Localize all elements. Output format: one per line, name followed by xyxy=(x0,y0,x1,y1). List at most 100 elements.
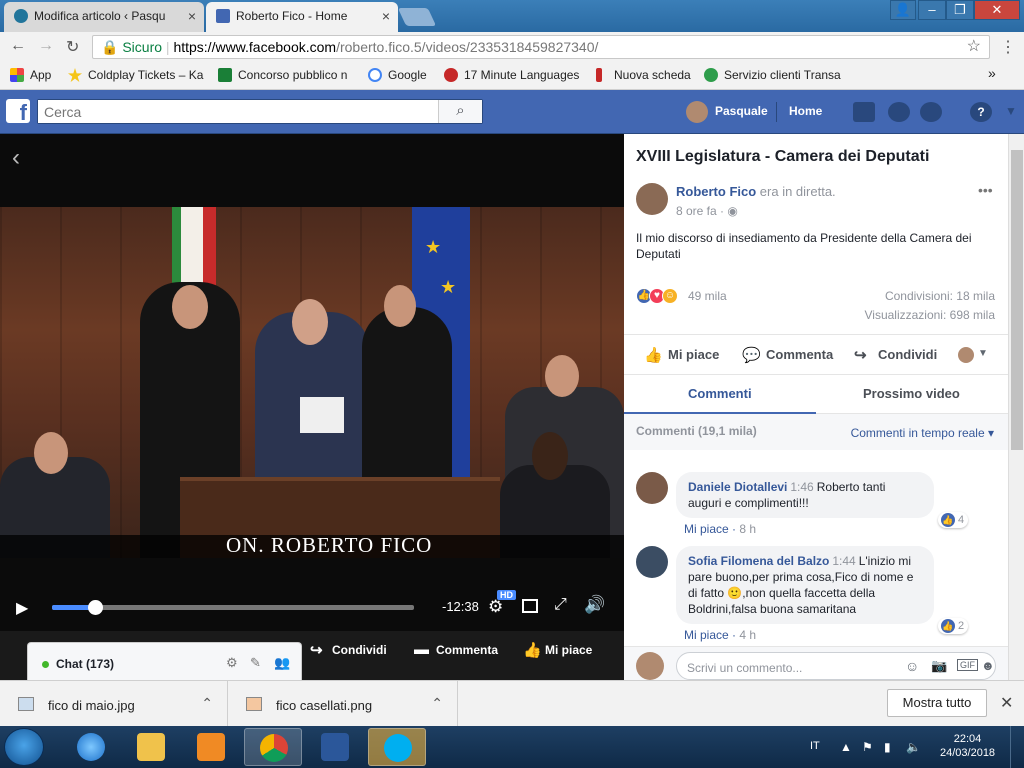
comment-like-count[interactable]: 👍 2 xyxy=(938,618,969,634)
volume-icon[interactable]: 🔊 xyxy=(584,595,605,615)
comment-like-count[interactable]: 👍 4 xyxy=(938,512,969,528)
menu-icon[interactable]: ⋮ xyxy=(1000,37,1016,57)
taskbar-explorer[interactable] xyxy=(122,728,180,766)
network-icon[interactable]: ▮ xyxy=(884,740,898,754)
video-like-button[interactable]: 👍 Mi piace xyxy=(523,642,592,659)
comments-filter[interactable]: Commenti in tempo reale ▾ xyxy=(851,426,994,440)
video-share-button[interactable]: ↪ Condividi xyxy=(310,642,387,659)
bookmark-servizio-clienti[interactable]: Servizio clienti Transa xyxy=(704,68,841,82)
play-icon[interactable]: ▶ xyxy=(16,598,28,618)
profile-link[interactable]: Pasquale xyxy=(715,104,768,118)
bookmark-coldplay[interactable]: Coldplay Tickets – Ka xyxy=(68,68,203,82)
close-tab-icon[interactable]: × xyxy=(382,2,390,30)
settings-gear-icon[interactable]: ⚙ xyxy=(488,597,503,617)
comment-like-link[interactable]: Mi piace xyxy=(684,522,729,536)
show-desktop-button[interactable] xyxy=(1010,726,1024,768)
search-input[interactable] xyxy=(38,100,438,123)
gif-icon[interactable]: GIF xyxy=(957,659,978,671)
comment-like-link[interactable]: Mi piace xyxy=(684,628,729,642)
close-tab-icon[interactable]: × xyxy=(188,2,196,30)
post-like-button[interactable]: 👍 Mi piace xyxy=(644,347,719,364)
chat-settings-icon[interactable]: ⚙ xyxy=(226,655,238,671)
picture-in-picture-icon[interactable] xyxy=(522,599,538,613)
author-avatar[interactable] xyxy=(636,183,668,215)
help-icon[interactable]: ? xyxy=(970,102,992,122)
emoji-icon[interactable]: ☺ xyxy=(905,658,919,674)
shares-count[interactable]: Condivisioni: 18 mila xyxy=(885,289,995,303)
tab-facebook[interactable]: Roberto Fico - Home × xyxy=(206,2,398,32)
search-icon[interactable]: ⌕ xyxy=(438,100,482,123)
download-item[interactable]: fico casellati.png ⌃ xyxy=(228,681,458,727)
show-all-button[interactable]: Mostra tutto xyxy=(887,689,987,717)
comment-timestamp[interactable]: 1:44 xyxy=(832,554,855,568)
volume-tray-icon[interactable]: 🔈 xyxy=(906,740,921,754)
maximize-button[interactable]: ❐ xyxy=(946,0,974,20)
user-profile-button[interactable]: 👤 xyxy=(890,0,916,20)
commenter-avatar[interactable] xyxy=(636,472,668,504)
chat-contacts-icon[interactable]: 👥 xyxy=(274,655,290,671)
chat-compose-icon[interactable]: ✎ xyxy=(250,655,261,671)
bookmark-nuova-scheda[interactable]: Nuova scheda xyxy=(594,68,691,82)
taskbar-skype[interactable] xyxy=(368,728,426,766)
bookmark-google[interactable]: Google xyxy=(368,68,427,82)
comment-input[interactable]: Scrivi un commento... ☺ 📷 GIF ☻ xyxy=(676,652,996,680)
tab-next-video[interactable]: Prossimo video xyxy=(863,386,960,401)
url-field[interactable]: 🔒 Sicuro | https://www.facebook.com/robe… xyxy=(92,35,990,59)
taskbar-clock[interactable]: 22:04 24/03/2018 xyxy=(940,732,995,760)
download-item[interactable]: fico di maio.jpg ⌃ xyxy=(0,681,228,727)
tab-comments[interactable]: Commenti xyxy=(688,386,752,401)
taskbar-ie[interactable] xyxy=(62,728,120,766)
comment-timestamp[interactable]: 1:46 xyxy=(790,480,813,494)
video-player[interactable]: ‹ ★ ★ ★ ON. ROBERTO FICO ▶ -12:38 xyxy=(0,134,624,680)
notifications-globe-icon[interactable] xyxy=(920,102,942,122)
chevron-up-icon[interactable]: ⌃ xyxy=(201,695,213,712)
start-button[interactable] xyxy=(4,728,44,766)
progress-handle[interactable] xyxy=(88,600,104,615)
post-share-button[interactable]: ↪ Condividi xyxy=(854,347,937,364)
commenter-name[interactable]: Daniele Diotallevi xyxy=(688,480,787,494)
progress-bar[interactable] xyxy=(52,600,414,615)
facebook-logo-icon[interactable]: f xyxy=(6,99,30,125)
account-menu-icon[interactable]: ▼ xyxy=(1005,104,1017,118)
taskbar-word[interactable] xyxy=(306,728,364,766)
commenter-avatar[interactable] xyxy=(636,546,668,578)
bookmark-17min[interactable]: 17 Minute Languages xyxy=(444,68,579,82)
home-link[interactable]: Home xyxy=(789,104,822,118)
reactions-count[interactable]: 49 mila xyxy=(688,289,727,303)
taskbar-media[interactable] xyxy=(182,728,240,766)
commenter-name[interactable]: Sofia Filomena del Balzo xyxy=(688,554,829,568)
taskbar-chrome[interactable] xyxy=(244,728,302,766)
bookmarks-more[interactable]: » xyxy=(988,65,996,81)
author-name[interactable]: Roberto Fico xyxy=(676,184,756,199)
user-avatar[interactable] xyxy=(686,101,708,123)
post-comment-button[interactable]: 💬 Commenta xyxy=(742,347,833,364)
tab-wordpress[interactable]: Modifica articolo ‹ Pasqu × xyxy=(4,2,204,32)
messenger-icon[interactable] xyxy=(888,102,910,122)
live-chat-tab[interactable]: Chat (173) ⚙ ✎ 👥 xyxy=(27,642,302,680)
back-icon[interactable]: ← xyxy=(10,37,26,55)
scrollbar-thumb[interactable] xyxy=(1011,150,1023,450)
back-chevron-icon[interactable]: ‹ xyxy=(12,144,20,172)
panel-scrollbar[interactable] xyxy=(1008,134,1024,680)
forward-icon[interactable]: → xyxy=(38,37,54,55)
post-options-icon[interactable]: ••• xyxy=(978,182,993,198)
new-tab-button[interactable] xyxy=(397,8,437,26)
minimize-button[interactable]: – xyxy=(918,0,946,20)
camera-icon[interactable]: 📷 xyxy=(931,658,947,674)
fullscreen-icon[interactable]: ⤢ xyxy=(554,596,567,614)
tray-arrow-icon[interactable]: ▲ xyxy=(840,740,854,754)
reload-icon[interactable]: ↻ xyxy=(66,37,79,57)
bookmark-star-icon[interactable]: ☆ xyxy=(967,36,981,58)
post-time-text[interactable]: 8 ore fa xyxy=(676,204,717,218)
close-downloads-icon[interactable]: ✕ xyxy=(1000,693,1013,713)
post-as-avatar[interactable] xyxy=(958,347,974,363)
post-as-chevron-icon[interactable]: ▼ xyxy=(978,348,988,359)
chevron-up-icon[interactable]: ⌃ xyxy=(431,695,443,712)
sticker-icon[interactable]: ☻ xyxy=(981,658,995,673)
bookmark-concorso[interactable]: Concorso pubblico n xyxy=(218,68,347,82)
close-window-button[interactable]: ✕ xyxy=(974,0,1020,20)
action-center-icon[interactable]: ⚑ xyxy=(862,740,876,754)
bookmark-apps[interactable]: App xyxy=(10,68,51,82)
friend-requests-icon[interactable] xyxy=(853,102,875,122)
video-comment-button[interactable]: ▬ Commenta xyxy=(414,641,498,658)
